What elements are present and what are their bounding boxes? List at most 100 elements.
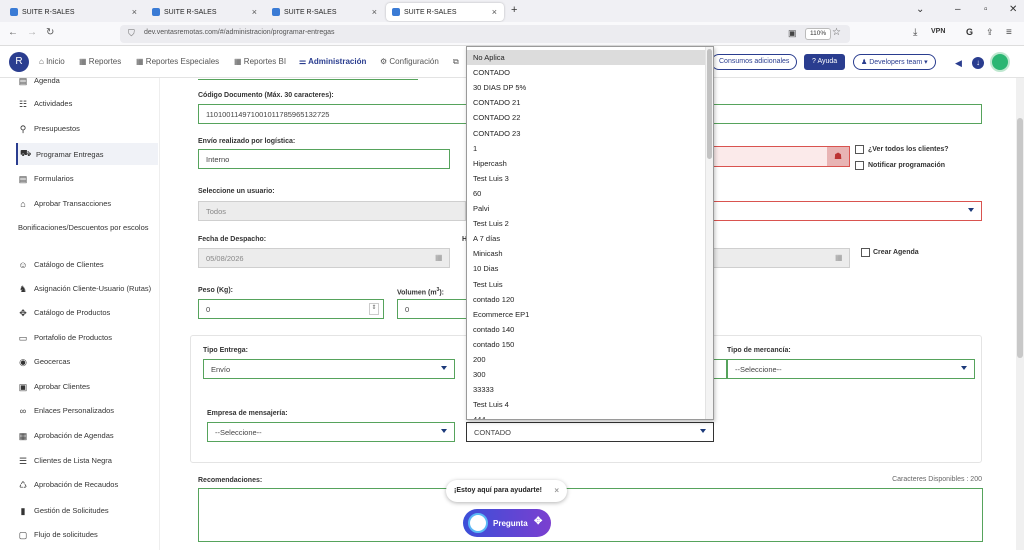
dropdown-option[interactable]: CONTADO xyxy=(467,65,707,80)
condicion-pago-select[interactable]: CONTADO xyxy=(466,422,714,442)
browser-tab[interactable]: SUITE R-SALES × xyxy=(266,3,384,21)
dropdown-option[interactable]: Hipercash xyxy=(467,156,707,171)
dropdown-option[interactable]: CONTADO 21 xyxy=(467,95,707,110)
sidebar-item-programar-entregas[interactable]: ⛟ Programar Entregas xyxy=(16,143,158,165)
share-icon[interactable]: ⇪ xyxy=(986,27,994,38)
dropdown-option[interactable]: contado 120 xyxy=(467,292,707,307)
close-tab-icon[interactable]: × xyxy=(492,7,497,17)
avatar[interactable] xyxy=(990,52,1010,72)
sidebar-item-aprobar-clientes[interactable]: ▣ Aprobar Clientes xyxy=(18,382,160,393)
sidebar-item-formularios[interactable]: ▤ Formularios xyxy=(18,174,160,185)
cloud-download-icon[interactable]: ↓ xyxy=(972,57,984,69)
pregunta-button[interactable]: Pregunta ✥ xyxy=(463,509,551,537)
sidebar-item-enlaces[interactable]: ∞ Enlaces Personalizados xyxy=(18,406,160,416)
dropdown-option[interactable]: Test Luis 4 xyxy=(467,397,707,412)
vpn-badge[interactable]: VPN xyxy=(931,28,945,35)
sidebar-item-aprobar-transacciones[interactable]: ⌂ Aprobar Transacciones xyxy=(18,199,160,209)
maximize-icon[interactable]: ▫ xyxy=(984,4,988,15)
move-icon[interactable]: ✥ xyxy=(534,516,542,527)
megaphone-icon[interactable]: ◀ xyxy=(955,58,962,69)
notificar-checkbox[interactable] xyxy=(855,161,864,170)
bookmark-star-icon[interactable]: ☆ xyxy=(832,27,841,38)
sidebar-item-gestion-solicitudes[interactable]: ▮ Gestión de Solicitudes xyxy=(18,506,160,517)
page-scrollbar[interactable] xyxy=(1016,78,1024,550)
nav-link-icon[interactable]: ⧉ xyxy=(453,57,459,67)
nav-administracion[interactable]: ⚌ Administración xyxy=(299,57,366,66)
dropdown-option[interactable]: Ecommerce EP1 xyxy=(467,307,707,322)
tipo-mercancia-select[interactable]: --Seleccione-- xyxy=(727,359,975,379)
dropdown-option[interactable]: 200 xyxy=(467,352,707,367)
cliente-search-input[interactable]: ☗ xyxy=(712,146,850,167)
sidebar-item-bonificaciones[interactable]: Bonificaciones/Descuentos por escolos xyxy=(18,223,160,233)
dropdown-option[interactable]: CONTADO 22 xyxy=(467,110,707,125)
dropdown-option[interactable]: contado 150 xyxy=(467,337,707,352)
sidebar-item-portafolio[interactable]: ▭ Portafolio de Productos xyxy=(18,333,160,344)
page-scroll-thumb[interactable] xyxy=(1017,118,1023,358)
dropdown-option[interactable]: 1 xyxy=(467,141,707,156)
fecha-input[interactable]: 05/08/2026 ▦ xyxy=(198,248,450,268)
close-window-icon[interactable]: ✕ xyxy=(1009,4,1017,15)
dropdown-option[interactable]: CONTADO 23 xyxy=(467,126,707,141)
reader-icon[interactable]: ▣ xyxy=(788,28,797,39)
calendar-icon[interactable]: ▦ xyxy=(435,253,445,263)
dropdown-option[interactable]: contado 140 xyxy=(467,322,707,337)
tipo-entrega-select[interactable]: Envío xyxy=(203,359,455,379)
help-button[interactable]: ? Ayuda xyxy=(804,54,846,70)
crear-agenda-checkbox[interactable] xyxy=(861,248,870,257)
consumos-adicionales-button[interactable]: Consumos adicionales xyxy=(711,54,798,70)
sidebar-item-aprobacion-agendas[interactable]: ▦ Aprobación de Agendas xyxy=(18,431,160,442)
recomendaciones-textarea[interactable] xyxy=(198,488,983,542)
dropdown-option[interactable]: Palvi xyxy=(467,201,707,216)
nav-reportes[interactable]: ▦ Reportes xyxy=(79,57,121,66)
stepper-icon[interactable]: ⇕ xyxy=(369,303,379,315)
dropdown-option[interactable]: 300 xyxy=(467,367,707,382)
dropdown-option[interactable]: 60 xyxy=(467,186,707,201)
minimize-icon[interactable]: – xyxy=(955,4,961,15)
back-icon[interactable]: ← xyxy=(8,27,18,38)
dropdown-option[interactable]: Test Luis 2 xyxy=(467,216,707,231)
calendar-icon[interactable]: ▦ xyxy=(835,253,845,263)
dropdown-option[interactable]: 33333 xyxy=(467,382,707,397)
sidebar-item-catalogo-clientes[interactable]: ☺ Catálogo de Clientes xyxy=(18,260,160,270)
sidebar-item-geocercas[interactable]: ◉ Geocercas xyxy=(18,357,160,368)
developers-team-select[interactable]: ♟ Developers team ▾ xyxy=(853,54,936,70)
nav-configuracion[interactable]: ⚙ Configuración xyxy=(380,57,439,66)
sidebar-item-recaudos[interactable]: ♺ Aprobación de Recaudos xyxy=(18,480,160,491)
sidebar-item-actividades[interactable]: ☷ Actividades xyxy=(18,99,160,110)
browser-tab-active[interactable]: SUITE R-SALES × xyxy=(386,3,504,21)
menu-icon[interactable]: ≡ xyxy=(1006,27,1012,38)
zoom-level[interactable]: 110% xyxy=(805,28,832,40)
dropdown-option[interactable]: A 7 días xyxy=(467,231,707,246)
tab-list-icon[interactable]: ⌄ xyxy=(916,4,924,15)
app-logo[interactable]: R xyxy=(9,52,29,72)
dropdown-option[interactable]: No Aplica xyxy=(467,50,707,65)
sidebar-item-flujo-solicitudes[interactable]: ▢ Flujo de solicitudes xyxy=(18,530,160,541)
sidebar-item-presupuestos[interactable]: ⚲ Presupuestos xyxy=(18,124,160,135)
sidebar-item-catalogo-productos[interactable]: ✥ Catálogo de Productos xyxy=(18,308,160,319)
dropdown-scrollbar[interactable] xyxy=(705,47,713,419)
sidebar-item-agenda[interactable]: ▤ Agenda xyxy=(18,76,160,87)
volumen-input[interactable]: 0 xyxy=(397,299,467,319)
sidebar-item-asignacion-rutas[interactable]: ♞ Asignación Cliente-Usuario (Rutas) xyxy=(18,284,160,295)
new-tab-button[interactable]: + xyxy=(511,4,517,16)
reload-icon[interactable]: ↻ xyxy=(46,27,54,38)
nav-inicio[interactable]: ⌂ Inicio xyxy=(39,57,65,66)
dropdown-option[interactable]: 444 xyxy=(467,412,707,419)
extension-icon[interactable]: G xyxy=(966,27,973,37)
browser-tab[interactable]: SUITE R-SALES × xyxy=(146,3,264,21)
close-tab-icon[interactable]: × xyxy=(372,7,377,17)
close-tab-icon[interactable]: × xyxy=(132,7,137,17)
browser-tab[interactable]: SUITE R-SALES × xyxy=(4,3,144,21)
dropdown-scroll-thumb[interactable] xyxy=(707,49,712,159)
dropdown-option[interactable]: Test Luis xyxy=(467,277,707,292)
close-tab-icon[interactable]: × xyxy=(252,7,257,17)
close-icon[interactable]: × xyxy=(554,486,559,495)
nav-reportes-especiales[interactable]: ▦ Reportes Especiales xyxy=(136,57,219,66)
dropdown-option[interactable]: 10 Dias xyxy=(467,261,707,276)
forward-icon[interactable]: → xyxy=(27,27,37,38)
hora-input[interactable]: ▦ xyxy=(712,248,850,268)
empresa-select[interactable]: --Seleccione-- xyxy=(207,422,455,442)
nav-reportes-bi[interactable]: ▦ Reportes BI xyxy=(234,57,286,66)
ver-todos-checkbox[interactable] xyxy=(855,145,864,154)
dropdown-option[interactable]: 30 DIAS DP 5% xyxy=(467,80,707,95)
